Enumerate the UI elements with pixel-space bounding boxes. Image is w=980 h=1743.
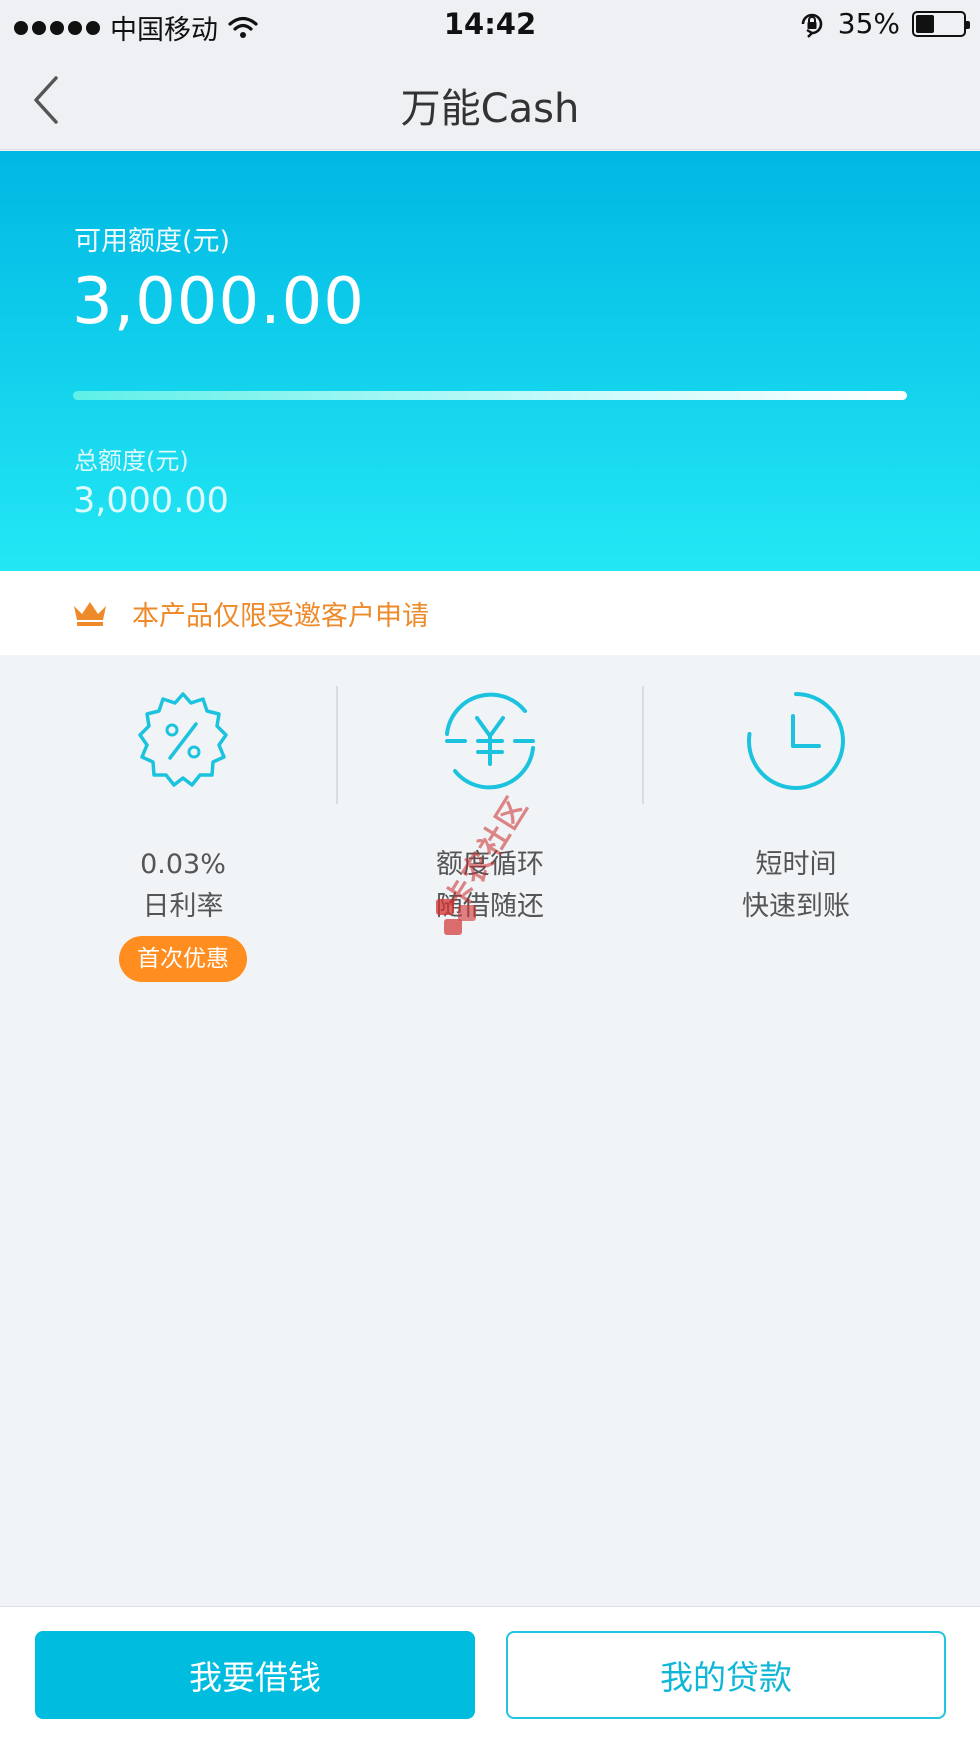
status-right: 35% — [798, 7, 970, 40]
battery-percent: 35% — [837, 7, 900, 40]
fast-disbursement-line1: 短时间 — [755, 849, 837, 880]
available-credit-amount: 3,000.00 — [72, 265, 365, 339]
battery-icon — [912, 10, 970, 37]
status-bar: 中国移动 14:42 35% — [0, 0, 980, 50]
my-loans-button[interactable]: 我的贷款 — [506, 1631, 946, 1719]
daily-rate-label: 日利率 — [142, 891, 224, 922]
available-credit-label: 可用额度(元) — [74, 226, 231, 257]
credit-progress-bar — [73, 391, 907, 400]
first-time-discount-badge: 首次优惠 — [119, 936, 247, 982]
feature-daily-rate: 0.03% 日利率 首次优惠 — [30, 686, 336, 982]
invite-only-notice: 本产品仅限受邀客户申请 — [0, 571, 980, 655]
daily-rate-value: 0.03% — [140, 849, 226, 880]
crown-icon — [74, 602, 106, 626]
credit-progress-fill — [73, 391, 907, 400]
borrow-money-button[interactable]: 我要借钱 — [35, 1631, 475, 1719]
bottom-action-bar: 我要借钱 我的贷款 — [0, 1606, 980, 1743]
rotation-lock-icon — [801, 13, 823, 38]
clock-icon — [746, 692, 845, 790]
fast-disbursement-line2: 快速到账 — [742, 891, 850, 922]
feature-fast-disbursement: 短时间 快速到账 — [643, 686, 949, 928]
navigation-bar: 万能Cash — [0, 50, 980, 150]
battery-level — [916, 14, 934, 33]
page-title: 万能Cash — [400, 86, 580, 132]
percent-badge-icon — [138, 692, 228, 787]
credit-summary-panel: 可用额度(元) 3,000.00 总额度(元) 3,000.00 — [0, 151, 980, 571]
app-screen: 中国移动 14:42 35% 万能Cash 可用额度(元) 3,000.00 总… — [0, 0, 980, 1743]
total-credit-amount: 3,000.00 — [73, 481, 229, 521]
revolving-credit-line2: 随借随还 — [436, 891, 544, 922]
total-credit-label: 总额度(元) — [74, 447, 189, 475]
notice-text: 本产品仅限受邀客户申请 — [132, 600, 429, 632]
yuan-cycle-icon — [445, 692, 535, 790]
watermark-logo-icon — [436, 899, 476, 935]
